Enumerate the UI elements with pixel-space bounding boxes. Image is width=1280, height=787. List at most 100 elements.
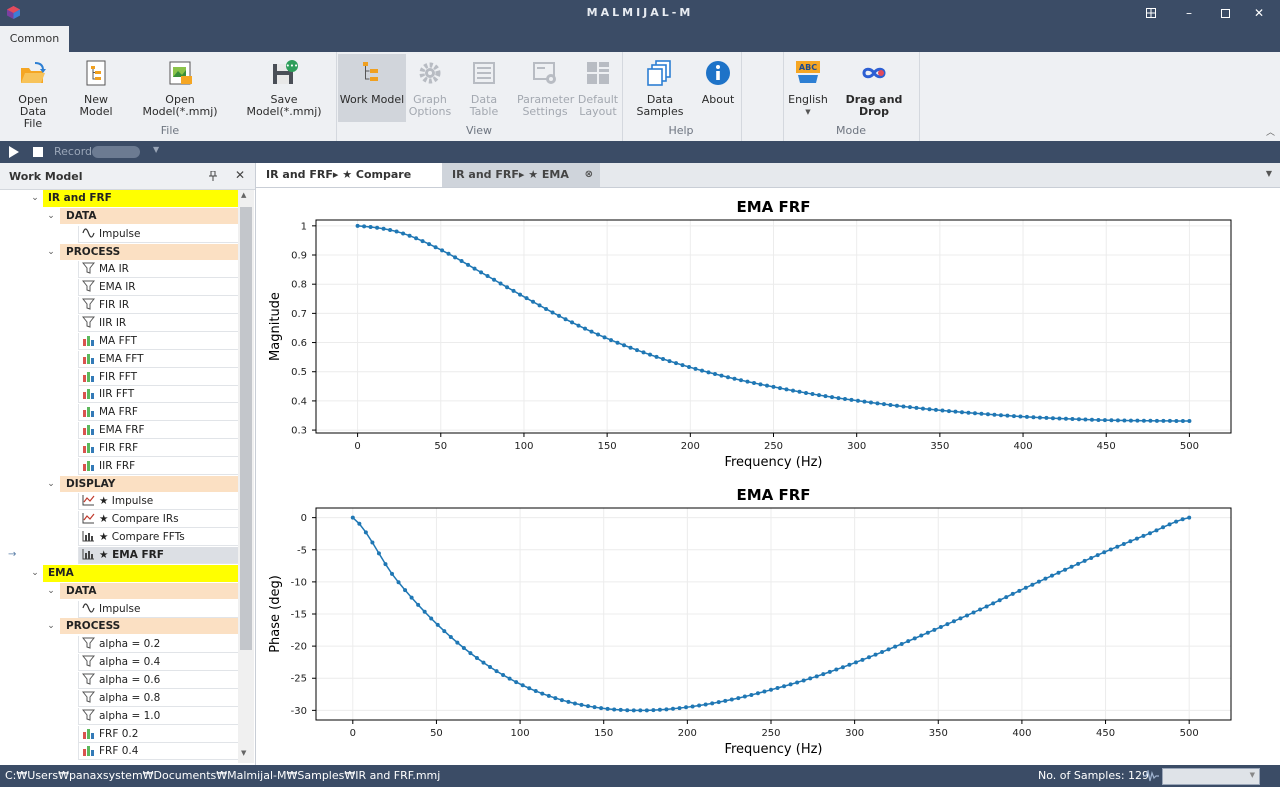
open-data-file-label: Open Data File [18, 93, 48, 130]
open-model-button[interactable]: Open Model(*.mmj) [130, 54, 230, 122]
tree-item[interactable]: MA FRF [78, 404, 238, 422]
tree-item[interactable]: FRF 0.2 [78, 725, 238, 743]
tab-ema-frf[interactable]: IR and FRF▸ ★ EMA FRF ⊗ [442, 163, 600, 205]
scroll-up-icon[interactable]: ▲ [241, 191, 246, 199]
tree-item[interactable]: MA IR [78, 261, 238, 279]
expand-chevron-icon[interactable]: ⌄ [45, 618, 57, 635]
x-tick-label: 350 [930, 441, 949, 452]
data-point [965, 613, 970, 618]
window-layout-button[interactable] [1136, 3, 1166, 23]
data-point [881, 402, 886, 407]
tree-item[interactable]: Impulse [78, 600, 238, 618]
data-table-button[interactable]: Data Table [456, 54, 512, 122]
minimize-button[interactable]: – [1174, 3, 1204, 23]
tab-common[interactable]: Common [0, 26, 69, 52]
expand-chevron-icon[interactable]: ⌄ [29, 565, 41, 582]
data-point [381, 226, 386, 231]
tree-item[interactable]: EMA IR [78, 279, 238, 297]
tree-item[interactable]: FIR IR [78, 297, 238, 315]
expand-chevron-icon[interactable]: ⌄ [45, 583, 57, 600]
tree-section-node[interactable]: PROCESS [60, 243, 238, 261]
tree-item[interactable]: FRF 0.4 [78, 743, 238, 761]
tree-item[interactable]: alpha = 0.8 [78, 689, 238, 707]
expand-chevron-icon[interactable]: ⌄ [45, 476, 57, 493]
open-data-file-button[interactable]: Open Data File [3, 54, 63, 130]
data-point [1010, 591, 1015, 596]
tree-label: FRF 0.4 [99, 745, 139, 758]
stop-icon[interactable] [33, 147, 43, 157]
scroll-down-icon[interactable]: ▼ [241, 749, 246, 757]
tree-item[interactable]: alpha = 1.0 [78, 707, 238, 725]
tab-list-dropdown-icon[interactable]: ▼ [1266, 169, 1272, 178]
data-point [1161, 418, 1166, 423]
data-point [888, 402, 893, 407]
tree-item[interactable]: EMA FRF [78, 422, 238, 440]
record-toggle[interactable] [92, 146, 140, 158]
play-icon[interactable] [8, 146, 20, 158]
data-point [1174, 519, 1179, 524]
expand-chevron-icon[interactable]: ⌄ [45, 208, 57, 225]
tree-model-node[interactable]: IR and FRF [43, 190, 238, 207]
tree-section-node[interactable]: DATA [60, 582, 238, 600]
new-model-button[interactable]: New Model [66, 54, 126, 122]
about-button[interactable]: About [698, 54, 738, 122]
collapse-ribbon-icon[interactable]: ︿ [1266, 125, 1275, 138]
tree-item[interactable]: ★ Compare IRs [78, 511, 238, 529]
tree-item[interactable]: EMA FFT [78, 350, 238, 368]
data-point [853, 660, 858, 665]
tree-item[interactable]: IIR FFT [78, 386, 238, 404]
tree-item[interactable]: alpha = 0.4 [78, 654, 238, 672]
chevron-down-icon[interactable]: ▼ [153, 145, 159, 154]
default-layout-button[interactable]: Default Layout [576, 54, 620, 122]
data-point [599, 706, 604, 711]
tree-item[interactable]: FIR FRF [78, 439, 238, 457]
expand-chevron-icon[interactable]: ⌄ [29, 190, 41, 207]
tree-item[interactable]: IIR IR [78, 314, 238, 332]
tree-item[interactable]: IIR FRF [78, 457, 238, 475]
expand-chevron-icon[interactable]: ⌄ [45, 244, 57, 261]
close-tab-icon[interactable]: ⊗ [585, 163, 593, 187]
data-point [901, 404, 906, 409]
bar-graph-icon [82, 531, 94, 542]
data-point [1037, 415, 1042, 420]
parameter-settings-button[interactable]: Parameter Settings [517, 54, 574, 122]
ribbon-tab-bar: Common [0, 26, 1280, 52]
data-point [920, 406, 925, 411]
y-axis-label: Magnitude [268, 292, 283, 361]
data-point [823, 394, 828, 399]
graph-options-button[interactable]: Graph Options [408, 54, 452, 122]
tree-scrollbar-thumb[interactable] [240, 207, 252, 650]
data-point [801, 678, 806, 683]
tree-item[interactable]: ★ Compare FFTs [78, 529, 238, 547]
tree-section-node[interactable]: PROCESS [60, 618, 238, 636]
tree-item[interactable]: FIR FFT [78, 368, 238, 386]
work-model-button[interactable]: Work Model [338, 54, 406, 122]
drag-and-drop-button[interactable]: Drag and Drop [832, 54, 916, 122]
pin-icon[interactable] [209, 171, 217, 181]
data-point [979, 411, 984, 416]
close-window-button[interactable]: ✕ [1244, 3, 1274, 23]
tree-item[interactable]: Impulse [78, 225, 238, 243]
waveform-icon [1143, 770, 1159, 782]
tree-item[interactable]: alpha = 0.6 [78, 671, 238, 689]
tree-item[interactable]: ★ Impulse [78, 493, 238, 511]
tree-item[interactable]: MA FFT [78, 332, 238, 350]
graph-options-label: Graph Options [408, 93, 452, 118]
language-dropdown[interactable]: ABC English ▼ [786, 54, 830, 122]
tree-model-node[interactable]: EMA [43, 564, 238, 582]
info-icon [706, 61, 730, 85]
tree-section-node[interactable]: DISPLAY [60, 475, 238, 493]
tree-section-node[interactable]: DATA [60, 207, 238, 225]
maximize-button[interactable] [1210, 3, 1240, 23]
default-layout-label: Default Layout [577, 93, 619, 118]
tree-item[interactable]: ★ EMA FRF [78, 547, 238, 564]
data-point [1154, 418, 1159, 423]
data-samples-button[interactable]: Data Samples [624, 54, 696, 122]
data-point [732, 376, 737, 381]
tab-compare-ffts[interactable]: IR and FRF▸ ★ Compare FFTs [256, 163, 442, 205]
status-dropdown[interactable]: ▼ [1162, 768, 1260, 785]
close-panel-icon[interactable]: ✕ [235, 168, 245, 182]
data-point [1180, 419, 1185, 424]
tree-item[interactable]: alpha = 0.2 [78, 636, 238, 654]
save-model-button[interactable]: ••• Save Model(*.mmj) [234, 54, 334, 122]
